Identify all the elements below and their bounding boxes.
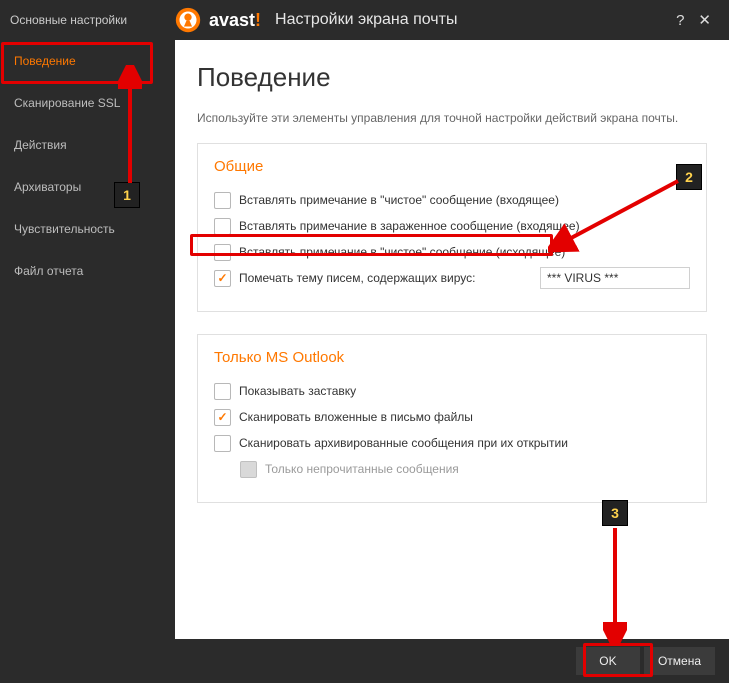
titlebar-controls: ? ✕ [676,11,719,29]
sidebar-item-report[interactable]: Файл отчета [0,250,175,292]
titlebar: Основные настройки avast! Настройки экра… [0,0,729,40]
titlebar-main: avast! Настройки экрана почты [175,7,457,33]
ok-button[interactable]: OK [576,647,640,675]
row-unread-only: Только непрочитанные сообщения [214,458,690,480]
sidebar-item-behavior[interactable]: Поведение [0,40,175,82]
titlebar-topleft-label: Основные настройки [0,13,175,27]
row-clean-incoming: Вставлять примечание в "чистое" сообщени… [214,189,690,211]
checkbox-clean-outgoing[interactable] [214,244,231,261]
label-mark-subject: Помечать тему писем, содержащих вирус: [239,271,475,285]
avast-logo-icon [175,7,201,33]
label-clean-incoming: Вставлять примечание в "чистое" сообщени… [239,193,559,207]
page-title: Поведение [197,62,707,93]
sidebar-item-ssl[interactable]: Сканирование SSL [0,82,175,124]
virus-subject-input[interactable] [540,267,690,289]
row-splash: Показывать заставку [214,380,690,402]
close-button[interactable]: ✕ [698,11,711,29]
window-title: Настройки экрана почты [275,11,457,29]
label-unread-only: Только непрочитанные сообщения [265,462,459,476]
cancel-button[interactable]: Отмена [644,647,715,675]
sidebar-item-sensitivity[interactable]: Чувствительность [0,208,175,250]
brand-text: avast [209,10,255,30]
row-clean-outgoing: Вставлять примечание в "чистое" сообщени… [214,241,690,263]
row-scan-attachments: Сканировать вложенные в письмо файлы [214,406,690,428]
settings-window: Основные настройки avast! Настройки экра… [0,0,729,683]
label-clean-outgoing: Вставлять примечание в "чистое" сообщени… [239,245,565,259]
label-scan-attachments: Сканировать вложенные в письмо файлы [239,410,473,424]
window-body: Поведение Сканирование SSL Действия Архи… [0,40,729,683]
help-button[interactable]: ? [676,12,684,29]
checkbox-splash[interactable] [214,383,231,400]
checkbox-clean-incoming[interactable] [214,192,231,209]
sidebar-item-actions[interactable]: Действия [0,124,175,166]
brand-bang: ! [255,10,261,30]
label-scan-archived: Сканировать архивированные сообщения при… [239,436,568,450]
page-description: Используйте эти элементы управления для … [197,111,707,125]
checkbox-unread-only[interactable] [240,461,257,478]
checkbox-scan-attachments[interactable] [214,409,231,426]
panel-outlook-title: Только MS Outlook [214,349,690,366]
footer: OK Отмена [175,639,729,683]
row-scan-archived: Сканировать архивированные сообщения при… [214,432,690,454]
label-splash: Показывать заставку [239,384,356,398]
panel-general: Общие Вставлять примечание в "чистое" со… [197,143,707,312]
checkbox-scan-archived[interactable] [214,435,231,452]
panel-general-title: Общие [214,158,690,175]
row-infected-incoming: Вставлять примечание в зараженное сообще… [214,215,690,237]
sidebar-item-packers[interactable]: Архиваторы [0,166,175,208]
panel-outlook: Только MS Outlook Показывать заставку Ск… [197,334,707,503]
checkbox-mark-subject[interactable] [214,270,231,287]
sidebar: Поведение Сканирование SSL Действия Архи… [0,40,175,683]
content-pane: Поведение Используйте эти элементы управ… [175,40,729,683]
brand-word: avast! [209,10,261,31]
row-mark-subject: Помечать тему писем, содержащих вирус: [214,267,690,289]
checkbox-infected-incoming[interactable] [214,218,231,235]
label-infected-incoming: Вставлять примечание в зараженное сообще… [239,219,580,233]
